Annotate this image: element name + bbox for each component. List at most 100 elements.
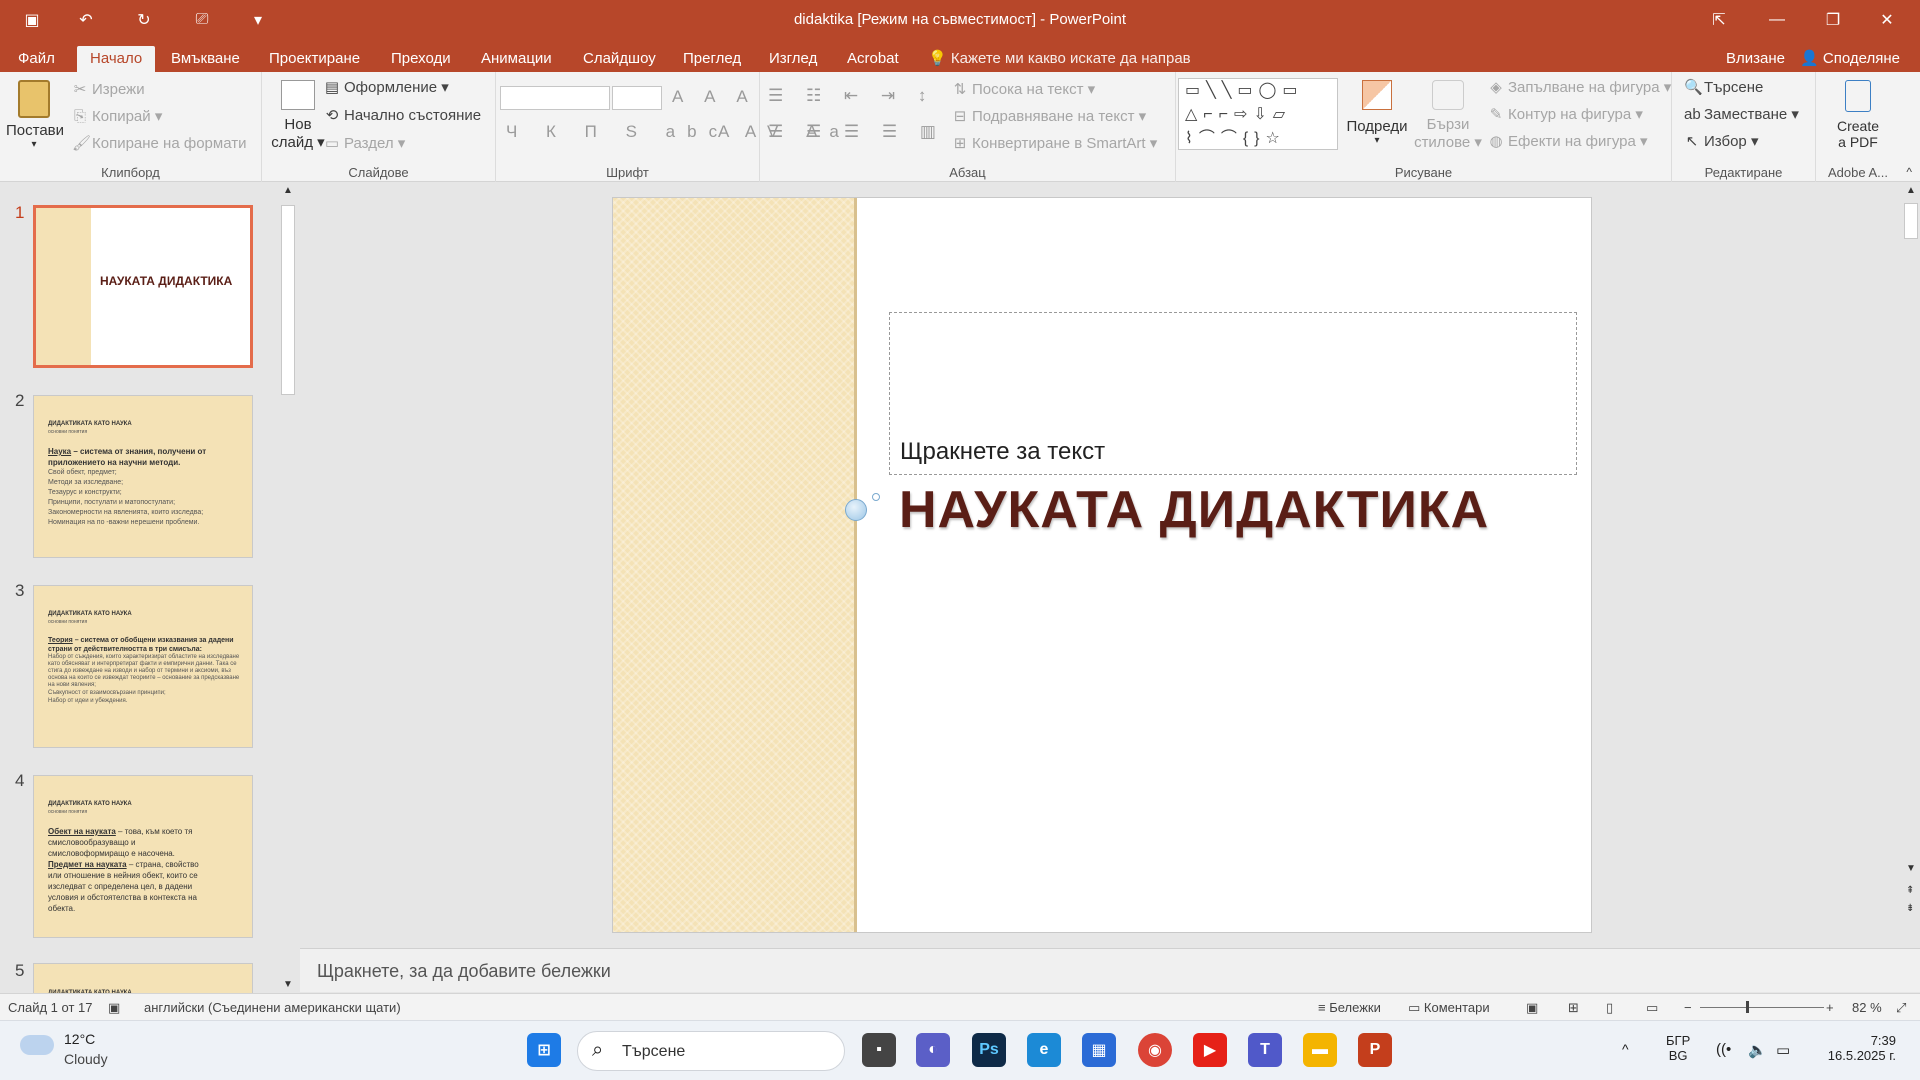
shape-fill-button[interactable]: ◈ Запълване на фигура ▾	[1488, 78, 1671, 96]
tab-view[interactable]: Изглед	[756, 46, 830, 72]
save-icon[interactable]: ▣	[14, 0, 50, 40]
slide-thumbnail-4[interactable]: ДИДАКТИКАТА КАТО НАУКА основни понятия О…	[33, 775, 253, 938]
volume-icon[interactable]: 🔈	[1748, 1041, 1767, 1059]
thumbnails-scrollbar[interactable]: ▲ ▼	[279, 183, 297, 992]
prev-slide-icon[interactable]: ⇞	[1906, 885, 1914, 896]
scroll-down-icon[interactable]: ▼	[283, 979, 293, 990]
new-slide-button[interactable]: Нов слайд ▾	[270, 80, 326, 151]
slide-title[interactable]: НАУКАТА ДИДАКТИКА	[899, 480, 1489, 540]
file-explorer-icon[interactable]: ▬	[1303, 1033, 1337, 1067]
comments-toggle[interactable]: ▭ Коментари	[1408, 1000, 1490, 1016]
scroll-up-icon[interactable]: ▲	[283, 185, 293, 196]
tab-animations[interactable]: Анимации	[468, 46, 565, 72]
next-slide-icon[interactable]: ⇟	[1906, 903, 1914, 914]
scroll-up-icon[interactable]: ▲	[1906, 185, 1916, 196]
tab-review[interactable]: Преглед	[670, 46, 754, 72]
tab-design[interactable]: Проектиране	[256, 46, 373, 72]
layout-button[interactable]: ▤ Оформление ▾	[324, 78, 449, 96]
fit-slide-icon[interactable]: ⤢	[1896, 1000, 1906, 1016]
tab-slideshow[interactable]: Слайдшоу	[570, 46, 669, 72]
quick-styles-button[interactable]: Бързи стилове ▾	[1412, 80, 1484, 151]
editor-scrollbar[interactable]: ▲ ▼ ⇞ ⇟	[1902, 183, 1920, 940]
notes-pane[interactable]: Щракнете, за да добавите бележки	[300, 948, 1920, 992]
zoom-slider-thumb[interactable]	[1746, 1001, 1749, 1013]
tab-transitions[interactable]: Преходи	[378, 46, 464, 72]
restore-button[interactable]: ❐	[1810, 0, 1856, 40]
create-pdf-label-2: a PDF	[1838, 134, 1878, 150]
zoom-out-icon[interactable]: −	[1684, 1000, 1692, 1015]
store-icon[interactable]: ▦	[1082, 1033, 1116, 1067]
input-language[interactable]: БГР BG	[1666, 1033, 1690, 1063]
chrome-icon[interactable]: ◉	[1138, 1033, 1172, 1067]
edge-icon[interactable]: e	[1027, 1033, 1061, 1067]
customize-qa-icon[interactable]: ▾	[240, 0, 276, 40]
resize-handle[interactable]	[845, 499, 867, 521]
tell-me-search[interactable]: 💡 Кажете ми какво искате да направ	[928, 46, 1191, 72]
taskbar-search[interactable]: ⌕ Търсене	[577, 1031, 845, 1071]
copy-button[interactable]: ⎘ Копирай ▾	[72, 107, 162, 125]
photoshop-icon[interactable]: Ps	[972, 1033, 1006, 1067]
spelling-icon[interactable]: ▣	[108, 1000, 120, 1016]
text-direction-button[interactable]: ⇅ Посока на текст ▾	[952, 80, 1095, 98]
minimize-button[interactable]: —	[1754, 0, 1800, 40]
close-button[interactable]: ✕	[1864, 0, 1910, 40]
share-button[interactable]: 👤 Споделяне	[1800, 46, 1900, 72]
zoom-slider[interactable]	[1700, 1001, 1824, 1013]
slide-thumbnail-2[interactable]: ДИДАКТИКАТА КАТО НАУКА основни понятия Н…	[33, 395, 253, 558]
slide-canvas[interactable]: Щракнете за текст НАУКАТА ДИДАКТИКА	[612, 197, 1592, 933]
paste-button[interactable]: Постави ▾	[6, 80, 64, 150]
reset-button[interactable]: ⟲ Начално състояние	[324, 106, 481, 124]
scrollbar-thumb[interactable]	[1904, 203, 1918, 239]
tray-overflow-icon[interactable]: ^	[1622, 1041, 1629, 1057]
tab-file[interactable]: Файл	[5, 46, 68, 72]
cut-button[interactable]: ✂ Изрежи	[72, 80, 145, 98]
scrollbar-thumb[interactable]	[281, 205, 295, 395]
zoom-in-icon[interactable]: +	[1826, 1000, 1834, 1015]
powerpoint-icon[interactable]: P	[1358, 1033, 1392, 1067]
redo-icon[interactable]: ↻	[126, 0, 162, 40]
reading-view-icon[interactable]: ▯	[1606, 1000, 1613, 1016]
normal-view-icon[interactable]: ▣	[1526, 1000, 1538, 1016]
select-button[interactable]: ↖ Избор ▾	[1684, 132, 1759, 150]
arrange-button[interactable]: Подреди ▾	[1344, 80, 1410, 146]
language-indicator[interactable]: английски (Съединени американски щати)	[144, 1000, 401, 1015]
find-button[interactable]: 🔍Търсене	[1684, 78, 1763, 96]
chat-icon[interactable]: ◐	[916, 1033, 950, 1067]
start-icon[interactable]: ⊞	[527, 1033, 561, 1067]
section-button[interactable]: ▭ Раздел ▾	[324, 134, 405, 152]
font-name-field[interactable]	[500, 86, 610, 110]
youtube-icon[interactable]: ▶	[1193, 1033, 1227, 1067]
smartart-button[interactable]: ⊞ Конвертиране в SmartArt ▾	[952, 134, 1158, 152]
font-size-field[interactable]	[612, 86, 662, 110]
clock[interactable]: 7:39 16.5.2025 г.	[1818, 1033, 1896, 1063]
tab-insert[interactable]: Вмъкване	[158, 46, 253, 72]
rotate-handle[interactable]	[872, 493, 880, 501]
task-view-icon[interactable]: ▪	[862, 1033, 896, 1067]
format-painter-button[interactable]: 🖌Копиране на формати	[72, 134, 246, 152]
shape-outline-button[interactable]: ✎ Контур на фигура ▾	[1488, 105, 1643, 123]
create-pdf-button[interactable]: Create a PDF	[1820, 80, 1896, 150]
present-icon[interactable]: ⎚	[184, 0, 220, 40]
shapes-gallery[interactable]: ▭╲╲▭◯▭ △⌐⌐⇨⇩▱ ⌇⌒⌒{}☆	[1178, 78, 1338, 150]
slide-sorter-icon[interactable]: ⊞	[1568, 1000, 1579, 1016]
wifi-icon[interactable]: ((•	[1716, 1041, 1731, 1058]
battery-icon[interactable]: ▭	[1776, 1041, 1790, 1059]
align-text-button[interactable]: ⊟ Подравняване на текст ▾	[952, 107, 1146, 125]
zoom-level[interactable]: 82 %	[1852, 1000, 1882, 1015]
slide-thumbnail-3[interactable]: ДИДАКТИКАТА КАТО НАУКА основни понятия Т…	[33, 585, 253, 748]
tab-home[interactable]: Начало	[77, 46, 156, 72]
slide-thumbnail-1[interactable]: НАУКАТА ДИДАКТИКА	[33, 205, 253, 368]
teams-icon[interactable]: T	[1248, 1033, 1282, 1067]
subtitle-placeholder[interactable]: Щракнете за текст	[889, 312, 1577, 475]
replace-button[interactable]: ab Заместване ▾	[1684, 105, 1799, 123]
ribbon-display-icon[interactable]: ⇱	[1696, 0, 1742, 40]
slideshow-view-icon[interactable]: ▭	[1646, 1000, 1658, 1016]
tab-acrobat[interactable]: Acrobat	[834, 46, 912, 72]
collapse-ribbon-icon[interactable]: ^	[1906, 165, 1912, 179]
shape-effects-button[interactable]: ◍ Ефекти на фигура ▾	[1488, 132, 1647, 150]
undo-icon[interactable]: ↶	[68, 0, 104, 40]
scroll-down-icon[interactable]: ▼	[1906, 863, 1916, 874]
notes-toggle[interactable]: ≡ Бележки	[1318, 1000, 1381, 1015]
font-color-icon[interactable]: A	[718, 122, 738, 142]
sign-in-link[interactable]: Влизане	[1726, 46, 1785, 72]
